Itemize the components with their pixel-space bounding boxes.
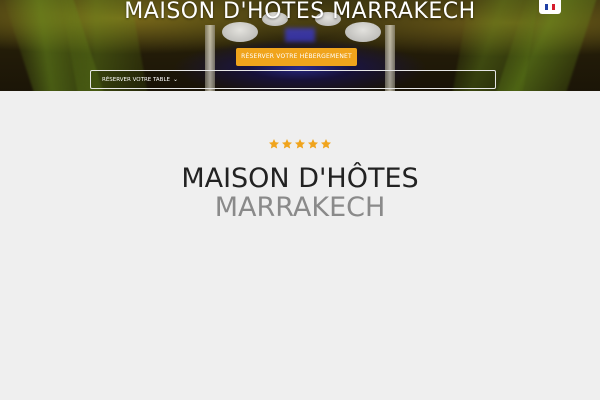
star-icon (308, 139, 318, 149)
hero-title: MAISON D'HÔTES MARRAKECH (124, 0, 476, 24)
book-table-label: RÉSERVER VOTRE TABLE (102, 77, 170, 83)
hero-banner: MAISON D'HÔTES MARRAKECH RÉSERVER VOTRE … (0, 0, 600, 91)
chevron-down-icon: ⌄ (173, 76, 179, 83)
french-flag-icon (545, 4, 555, 10)
book-accommodation-button[interactable]: RÉSERVER VOTRE HÉBERGEMENET (236, 48, 357, 66)
page-subtitle: MARRAKECH (214, 192, 386, 223)
book-table-dropdown[interactable]: RÉSERVER VOTRE TABLE ⌄ (90, 70, 496, 89)
hero-table (345, 22, 381, 42)
flag-stripe-red (551, 4, 555, 10)
page-title: MAISON D'HÔTES (181, 163, 419, 194)
star-rating (0, 138, 600, 150)
star-icon (321, 139, 331, 149)
language-selector[interactable] (539, 0, 561, 14)
star-icon (269, 139, 279, 149)
star-icon (295, 139, 305, 149)
hero-table (222, 22, 258, 42)
star-icon (282, 139, 292, 149)
hero-pool-glow (285, 28, 315, 42)
